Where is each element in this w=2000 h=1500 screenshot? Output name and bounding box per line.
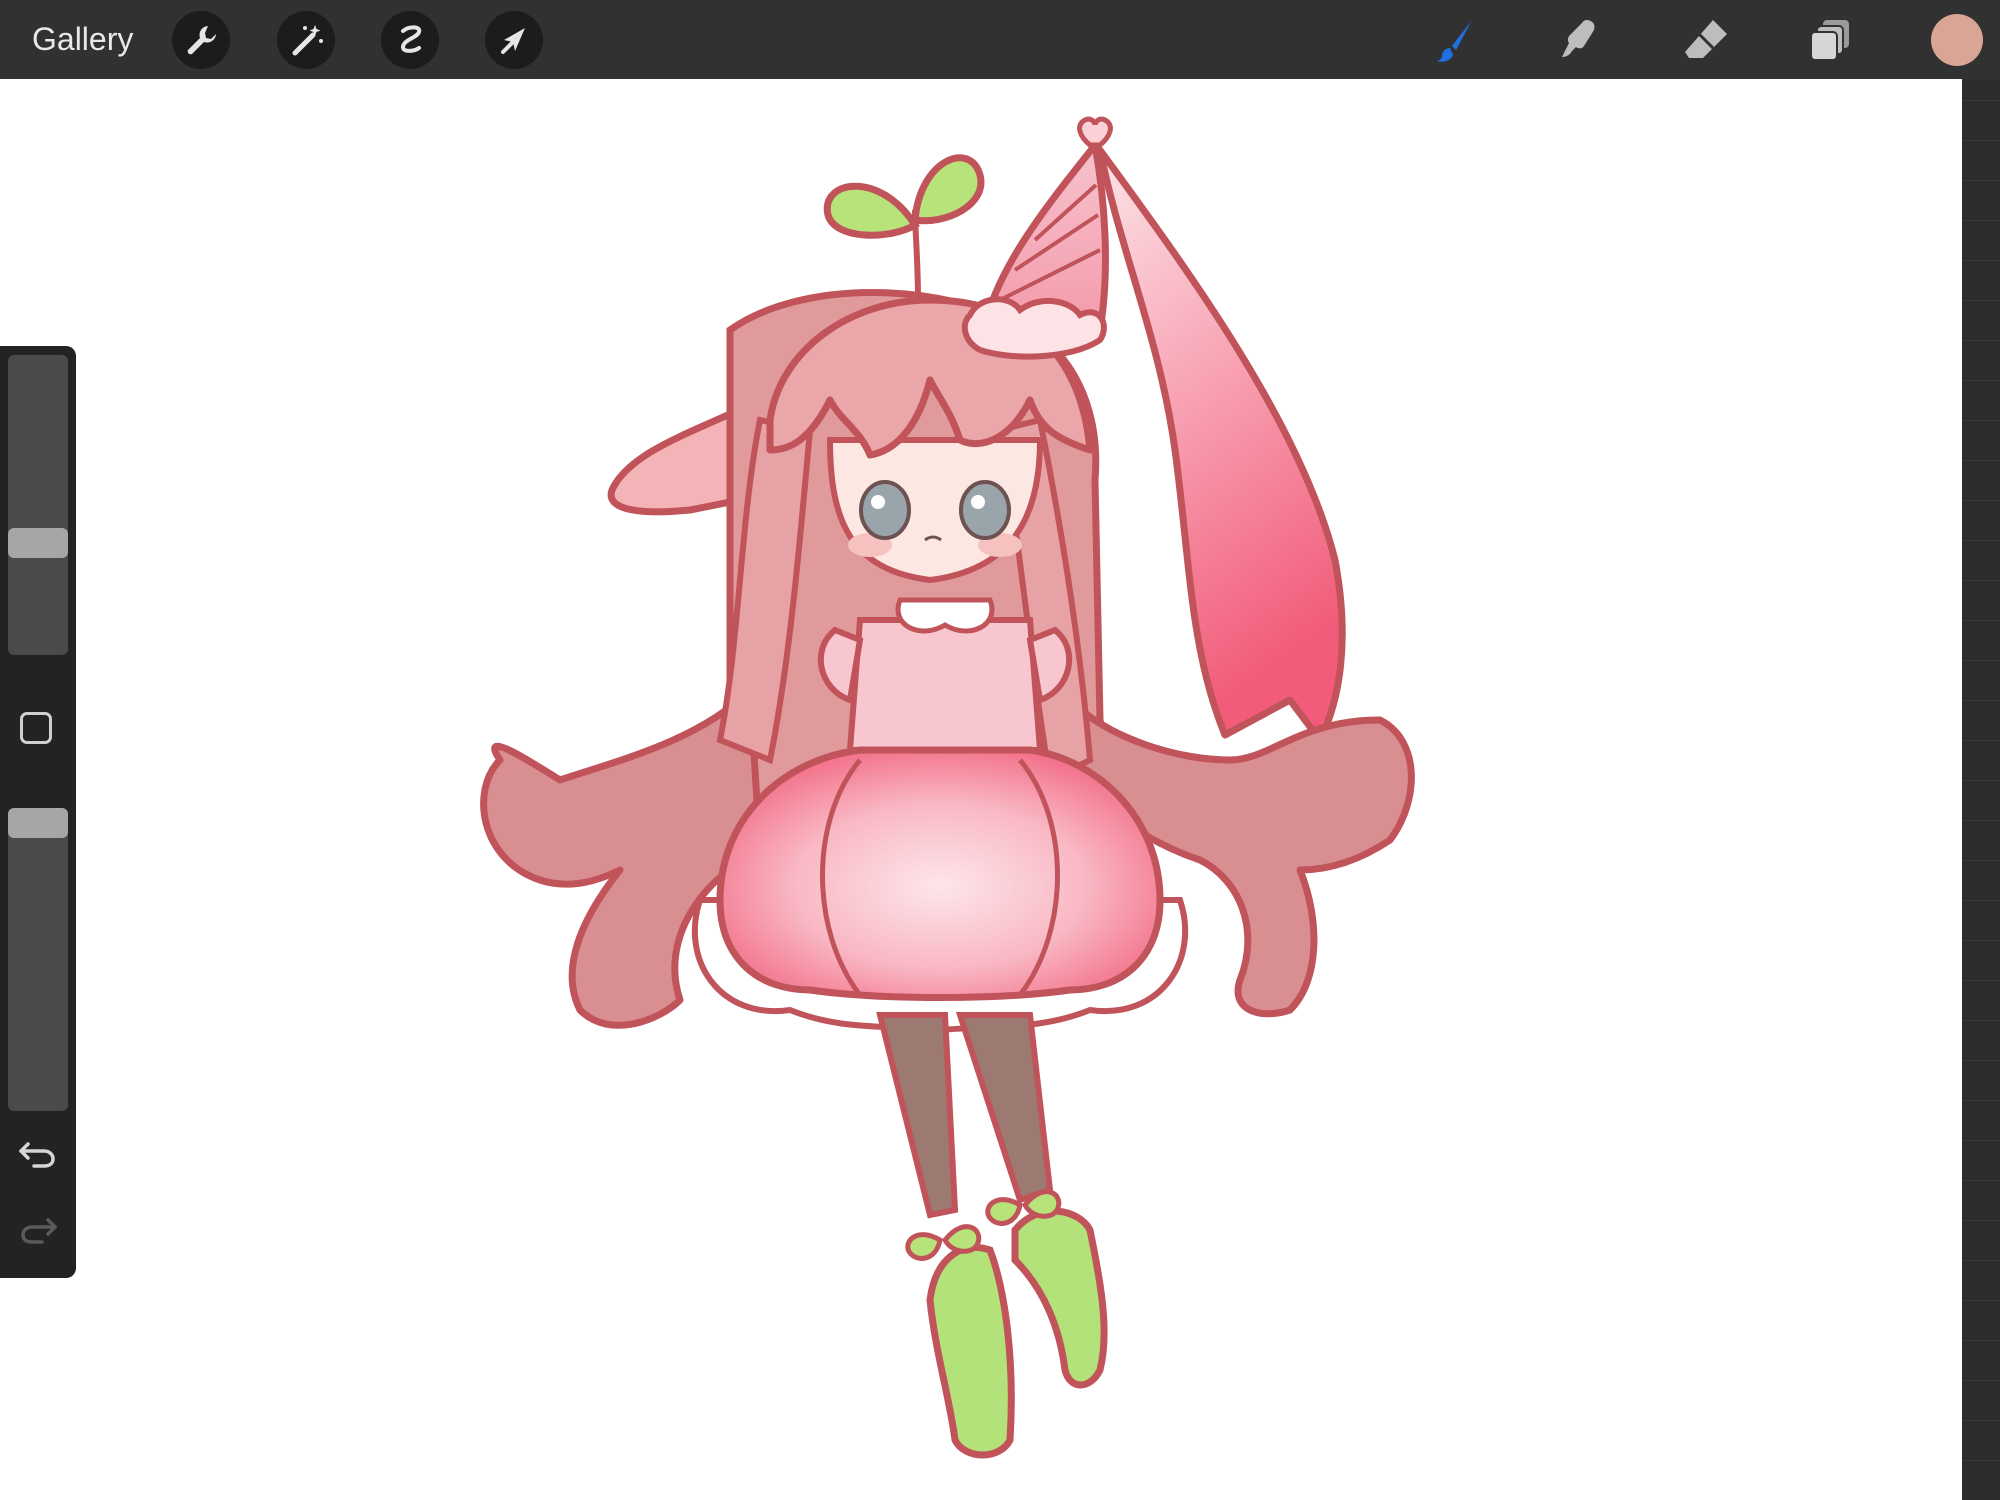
brush-size-slider[interactable] xyxy=(8,355,68,655)
redo-icon xyxy=(16,1218,60,1252)
modify-button[interactable] xyxy=(20,712,52,744)
gallery-button[interactable]: Gallery xyxy=(32,18,133,60)
redo-button[interactable] xyxy=(16,1212,60,1248)
artwork-drawing xyxy=(480,116,1415,1459)
brush-size-handle[interactable] xyxy=(8,528,68,558)
adjustments-button[interactable] xyxy=(277,11,335,69)
undo-icon xyxy=(16,1142,60,1176)
layers-tool[interactable] xyxy=(1801,10,1861,70)
drawing-canvas[interactable] xyxy=(0,79,1962,1500)
color-swatch[interactable] xyxy=(1931,14,1983,66)
selection-button[interactable] xyxy=(381,11,439,69)
transform-button[interactable] xyxy=(485,11,543,69)
opacity-handle[interactable] xyxy=(8,808,68,838)
brush-tool[interactable] xyxy=(1426,10,1486,70)
left-sidebar xyxy=(0,346,76,1278)
top-toolbar: Gallery xyxy=(0,0,2000,79)
smudge-tool[interactable] xyxy=(1550,10,1610,70)
eraser-tool[interactable] xyxy=(1677,10,1737,70)
undo-button[interactable] xyxy=(16,1136,60,1172)
actions-button[interactable] xyxy=(172,11,230,69)
opacity-slider[interactable] xyxy=(8,808,68,1111)
canvas-edge-grid xyxy=(1962,79,2000,1500)
